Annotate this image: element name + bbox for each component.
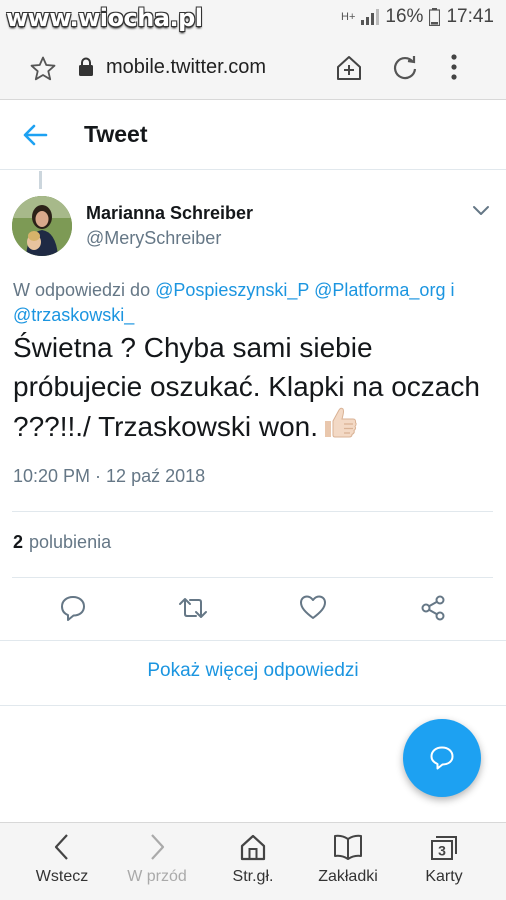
mention-link[interactable]: @Platforma_org	[314, 280, 445, 300]
bookmarks-button[interactable]: Zakładki	[298, 823, 398, 900]
back-button[interactable]: Wstecz	[12, 823, 112, 900]
bookmark-star-icon[interactable]	[30, 56, 56, 81]
reply-prefix: W odpowiedzi do	[13, 280, 151, 300]
status-indicators: H+ 16% 17:41	[341, 6, 494, 28]
tabs-label: Karty	[425, 868, 463, 885]
chevron-down-icon[interactable]	[472, 205, 490, 217]
likes-stat[interactable]: 2 polubienia	[13, 532, 111, 553]
forward-label: W przód	[127, 868, 187, 885]
avatar-photo	[12, 196, 72, 256]
network-type: H+	[341, 11, 356, 23]
chevron-left-icon	[54, 834, 68, 860]
tabs-count: 3	[438, 843, 446, 859]
bookmarks-label: Zakładki	[318, 868, 378, 885]
show-more-replies-link[interactable]: Pokaż więcej odpowiedzi	[0, 660, 506, 682]
avatar[interactable]	[12, 196, 72, 256]
battery-percent: 16%	[385, 6, 424, 27]
home-label: Str.gł.	[232, 868, 274, 885]
browser-url-bar: mobile.twitter.com	[0, 36, 506, 100]
divider	[0, 705, 506, 706]
reply-conjunction: i	[450, 280, 455, 300]
tweet-body: Świetna ? Chyba sami siebie próbujecie o…	[13, 332, 480, 442]
reply-context: W odpowiedzi do @Pospieszynski_P @Platfo…	[13, 278, 493, 328]
reply-bubble-icon	[430, 746, 454, 770]
chevron-right-icon	[151, 834, 165, 860]
battery-icon	[429, 8, 441, 26]
book-icon	[334, 834, 362, 860]
divider	[12, 511, 493, 512]
divider	[12, 577, 493, 578]
compose-reply-button[interactable]	[403, 719, 481, 797]
mention-link[interactable]: @trzaskowski_	[13, 305, 134, 325]
page-title: Tweet	[84, 121, 148, 147]
retweet-icon[interactable]	[177, 594, 209, 622]
tweet-text: Świetna ? Chyba sami siebie próbujecie o…	[13, 328, 498, 450]
add-to-home-icon[interactable]	[336, 55, 362, 81]
tabs-icon: 3	[431, 836, 457, 860]
reload-icon[interactable]	[391, 54, 419, 82]
author-handle[interactable]: @MerySchreiber	[86, 228, 221, 249]
lock-icon	[79, 57, 93, 76]
reply-icon[interactable]	[59, 594, 87, 622]
clock: 17:41	[446, 6, 494, 27]
status-bar: www.wiocha.pl H+ 16% 17:41	[0, 0, 506, 36]
thumbs-up-icon	[322, 406, 358, 450]
forward-button[interactable]: W przód	[107, 823, 207, 900]
share-icon[interactable]	[419, 594, 447, 622]
author-name[interactable]: Marianna Schreiber	[86, 203, 253, 224]
back-label: Wstecz	[35, 868, 89, 885]
menu-icon[interactable]	[450, 54, 458, 80]
tweet-header: Tweet	[0, 100, 506, 170]
tabs-button[interactable]: 3 Karty	[394, 823, 494, 900]
likes-label: polubienia	[29, 532, 112, 552]
watermark: www.wiocha.pl	[6, 4, 203, 32]
url-field[interactable]: mobile.twitter.com	[106, 56, 266, 79]
thread-line	[39, 171, 42, 189]
like-icon[interactable]	[299, 594, 327, 620]
back-arrow-icon[interactable]	[22, 123, 48, 147]
tweet-timestamp[interactable]: 10:20 PM · 12 paź 2018	[13, 466, 205, 487]
home-icon	[240, 834, 266, 861]
mention-link[interactable]: @Pospieszynski_P	[155, 280, 309, 300]
browser-bottom-bar: Wstecz W przód Str.gł. Zakładki 3 Karty	[0, 822, 506, 900]
home-button[interactable]: Str.gł.	[203, 823, 303, 900]
divider	[0, 640, 506, 641]
likes-count: 2	[13, 532, 24, 552]
signal-icon	[361, 9, 380, 25]
